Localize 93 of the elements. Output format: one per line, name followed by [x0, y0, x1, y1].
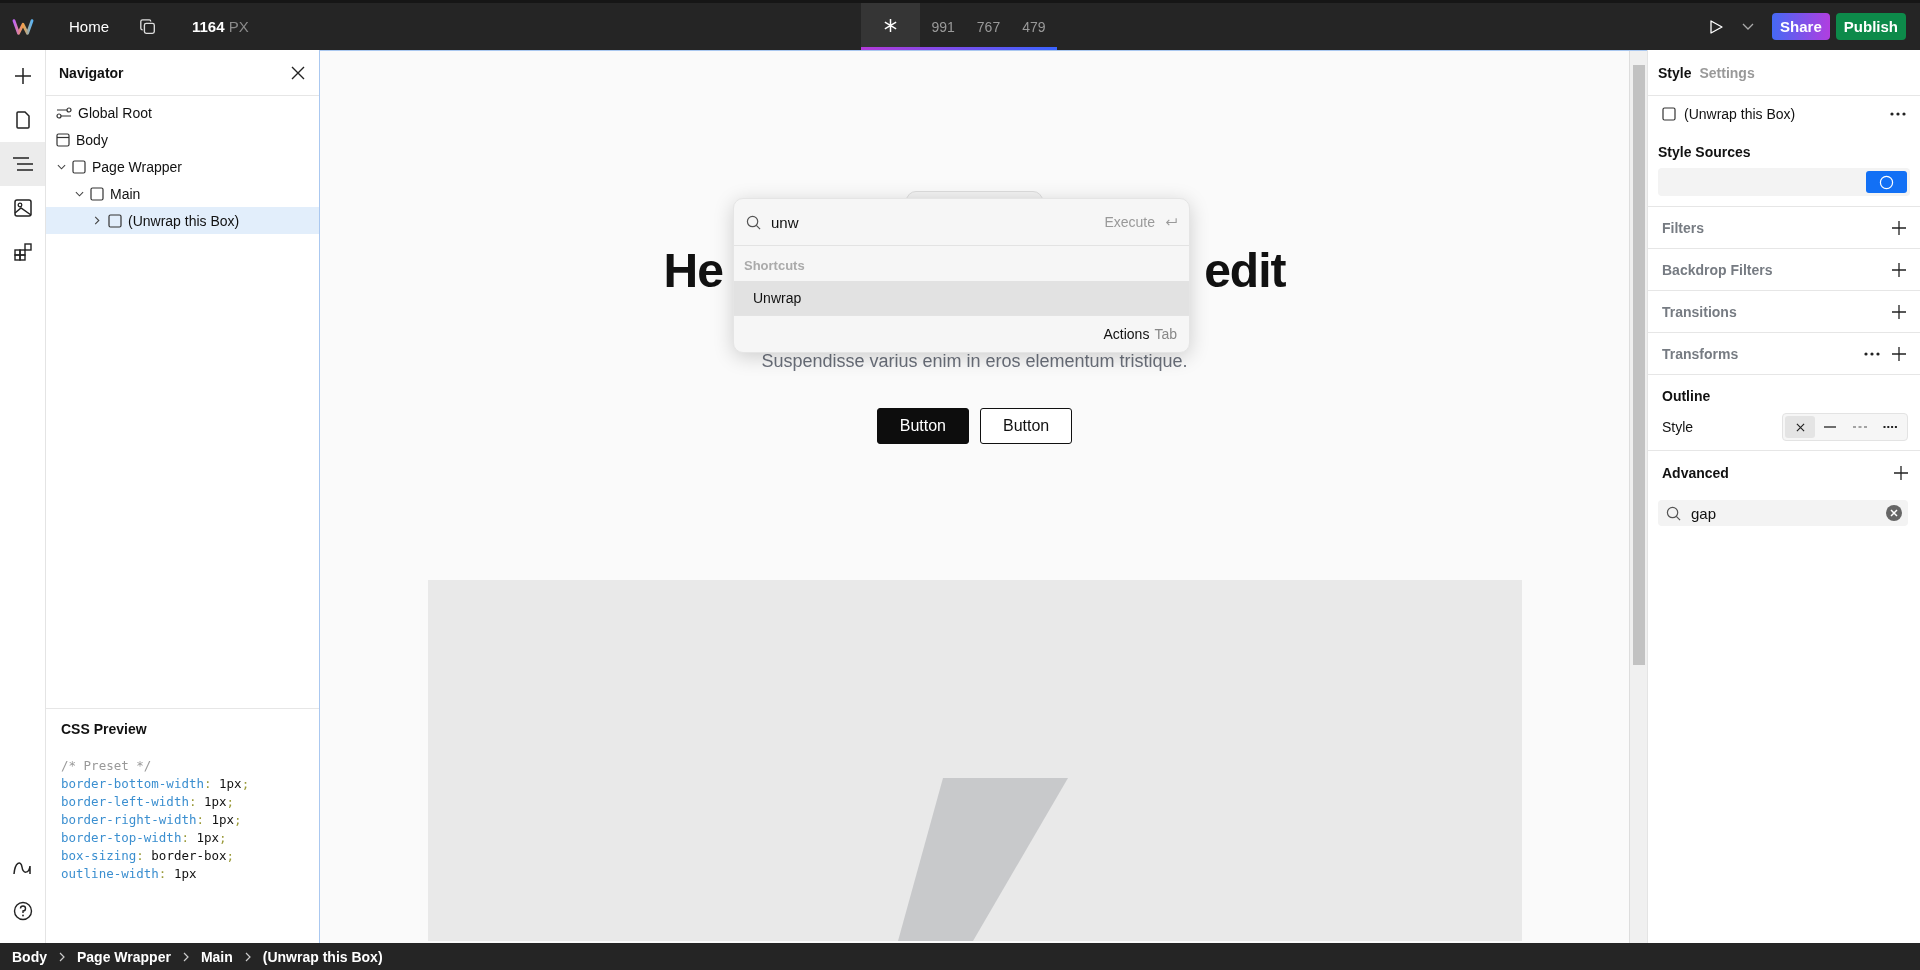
chevron-right-icon: [59, 951, 65, 962]
clear-icon[interactable]: [1886, 505, 1902, 521]
panel-title: Navigator: [59, 64, 124, 81]
selected-element-name: (Unwrap this Box): [1684, 106, 1797, 122]
add-icon[interactable]: [1894, 466, 1908, 480]
subtitle-text: Suspendisse varius enim in eros elementum tristique.: [761, 351, 1188, 372]
code-line: border-bottom-width: 1px;: [61, 775, 251, 793]
search-icon: [1666, 505, 1681, 521]
tree-item[interactable]: (Unwrap this Box): [46, 207, 319, 234]
solid-line-icon: [1824, 426, 1836, 428]
chevron-down-icon[interactable]: [56, 163, 66, 170]
add-icon[interactable]: [1892, 304, 1906, 319]
home-link[interactable]: Home: [69, 18, 109, 35]
chevron-down-icon[interactable]: [74, 190, 84, 197]
section-title[interactable]: Filters: [1662, 219, 1880, 236]
property-search-field[interactable]: gap: [1658, 500, 1908, 526]
panel-tab[interactable]: Style: [1656, 64, 1694, 81]
tree-item[interactable]: Global Root: [46, 99, 319, 126]
share-button[interactable]: Share: [1772, 13, 1830, 40]
square-icon: [90, 186, 104, 201]
secondary-button[interactable]: Button: [980, 408, 1073, 444]
code-line: border-right-width: 1px;: [61, 811, 243, 829]
tree-item[interactable]: Main: [46, 180, 319, 207]
command-item[interactable]: Unwrap: [734, 281, 1189, 316]
image-icon: [12, 198, 33, 218]
heading-text: edit: [1204, 243, 1286, 299]
panel-title: CSS Preview: [61, 721, 148, 737]
circle-icon: [1879, 174, 1894, 190]
scrollbar[interactable]: [1629, 51, 1647, 943]
primary-button[interactable]: Button: [876, 408, 969, 444]
enter-key-icon: [1165, 217, 1177, 227]
square-icon: [108, 213, 122, 228]
square-icon: [1662, 107, 1676, 121]
search-icon: [746, 214, 761, 230]
section-label: Shortcuts: [743, 257, 806, 275]
code-line: border-left-width: 1px;: [61, 793, 236, 811]
section-title[interactable]: Backdrop Filters: [1662, 261, 1880, 278]
section-title[interactable]: Transitions: [1662, 303, 1880, 320]
help-icon: [12, 901, 33, 921]
toggle-icon: [56, 106, 72, 119]
code-line: box-sizing: border-box;: [61, 847, 236, 865]
window-icon: [56, 132, 70, 147]
canvas-width: 1164: [192, 18, 225, 35]
code-line: border-top-width: 1px;: [61, 829, 228, 847]
breakpoint-button[interactable]: 767: [965, 3, 1012, 50]
asterisk-icon: [883, 17, 899, 33]
local-style-button[interactable]: [1866, 171, 1907, 193]
add-icon[interactable]: [1892, 262, 1906, 277]
breadcrumb-link[interactable]: (Unwrap this Box): [262, 948, 383, 965]
play-icon[interactable]: [1708, 18, 1725, 35]
execute-hint: Execute: [1104, 214, 1155, 230]
close-icon[interactable]: [291, 65, 305, 80]
add-icon[interactable]: [1892, 346, 1906, 361]
chevron-down-icon[interactable]: [1742, 22, 1755, 31]
chevron-right-icon: [182, 951, 189, 962]
base-breakpoint-button[interactable]: [861, 3, 921, 50]
tree-item[interactable]: Body: [46, 126, 319, 153]
actions-hint: Actions: [1103, 326, 1150, 342]
breakpoint-button[interactable]: 479: [1011, 3, 1057, 50]
breadcrumb-link[interactable]: Main: [200, 948, 233, 965]
breadcrumb-link[interactable]: Page Wrapper: [77, 948, 171, 965]
dashed-line-icon: [1853, 426, 1867, 428]
section-title: Outline: [1662, 388, 1712, 404]
navigator-panel-button[interactable]: [0, 142, 45, 186]
tree-item[interactable]: Page Wrapper: [46, 153, 319, 180]
section-title: Style Sources: [1658, 144, 1752, 160]
more-icon[interactable]: [1864, 351, 1880, 356]
width-unit: PX: [228, 18, 249, 35]
chevron-right-icon[interactable]: [94, 216, 100, 225]
command-input[interactable]: unw: [771, 213, 1095, 231]
section-title[interactable]: Transforms: [1662, 345, 1852, 362]
breakpoint-button[interactable]: 991: [920, 3, 966, 50]
key-hint: Tab: [1154, 326, 1177, 342]
plus-icon: [12, 66, 33, 86]
more-icon[interactable]: [1890, 112, 1906, 116]
copy-icon[interactable]: [139, 17, 157, 36]
breadcrumb-link[interactable]: Body: [12, 948, 47, 965]
logo-icon[interactable]: [12, 17, 34, 36]
heading-text: He: [663, 243, 723, 299]
dotted-line-icon: [1883, 426, 1897, 428]
property-label: Style: [1662, 419, 1694, 435]
cross-icon: [1795, 422, 1805, 432]
section-title: Advanced: [1662, 465, 1729, 481]
blocks-icon: [12, 242, 33, 262]
code-comment: /* Preset */: [61, 757, 153, 775]
list-icon: [11, 156, 34, 172]
add-icon[interactable]: [1892, 220, 1906, 235]
square-icon: [72, 159, 86, 174]
chevron-right-icon: [244, 951, 251, 962]
code-line: outline-width: 1px: [61, 865, 198, 883]
style-source-field[interactable]: [1658, 168, 1910, 196]
none-style-button[interactable]: [1785, 416, 1815, 438]
publish-button[interactable]: Publish: [1835, 13, 1906, 40]
